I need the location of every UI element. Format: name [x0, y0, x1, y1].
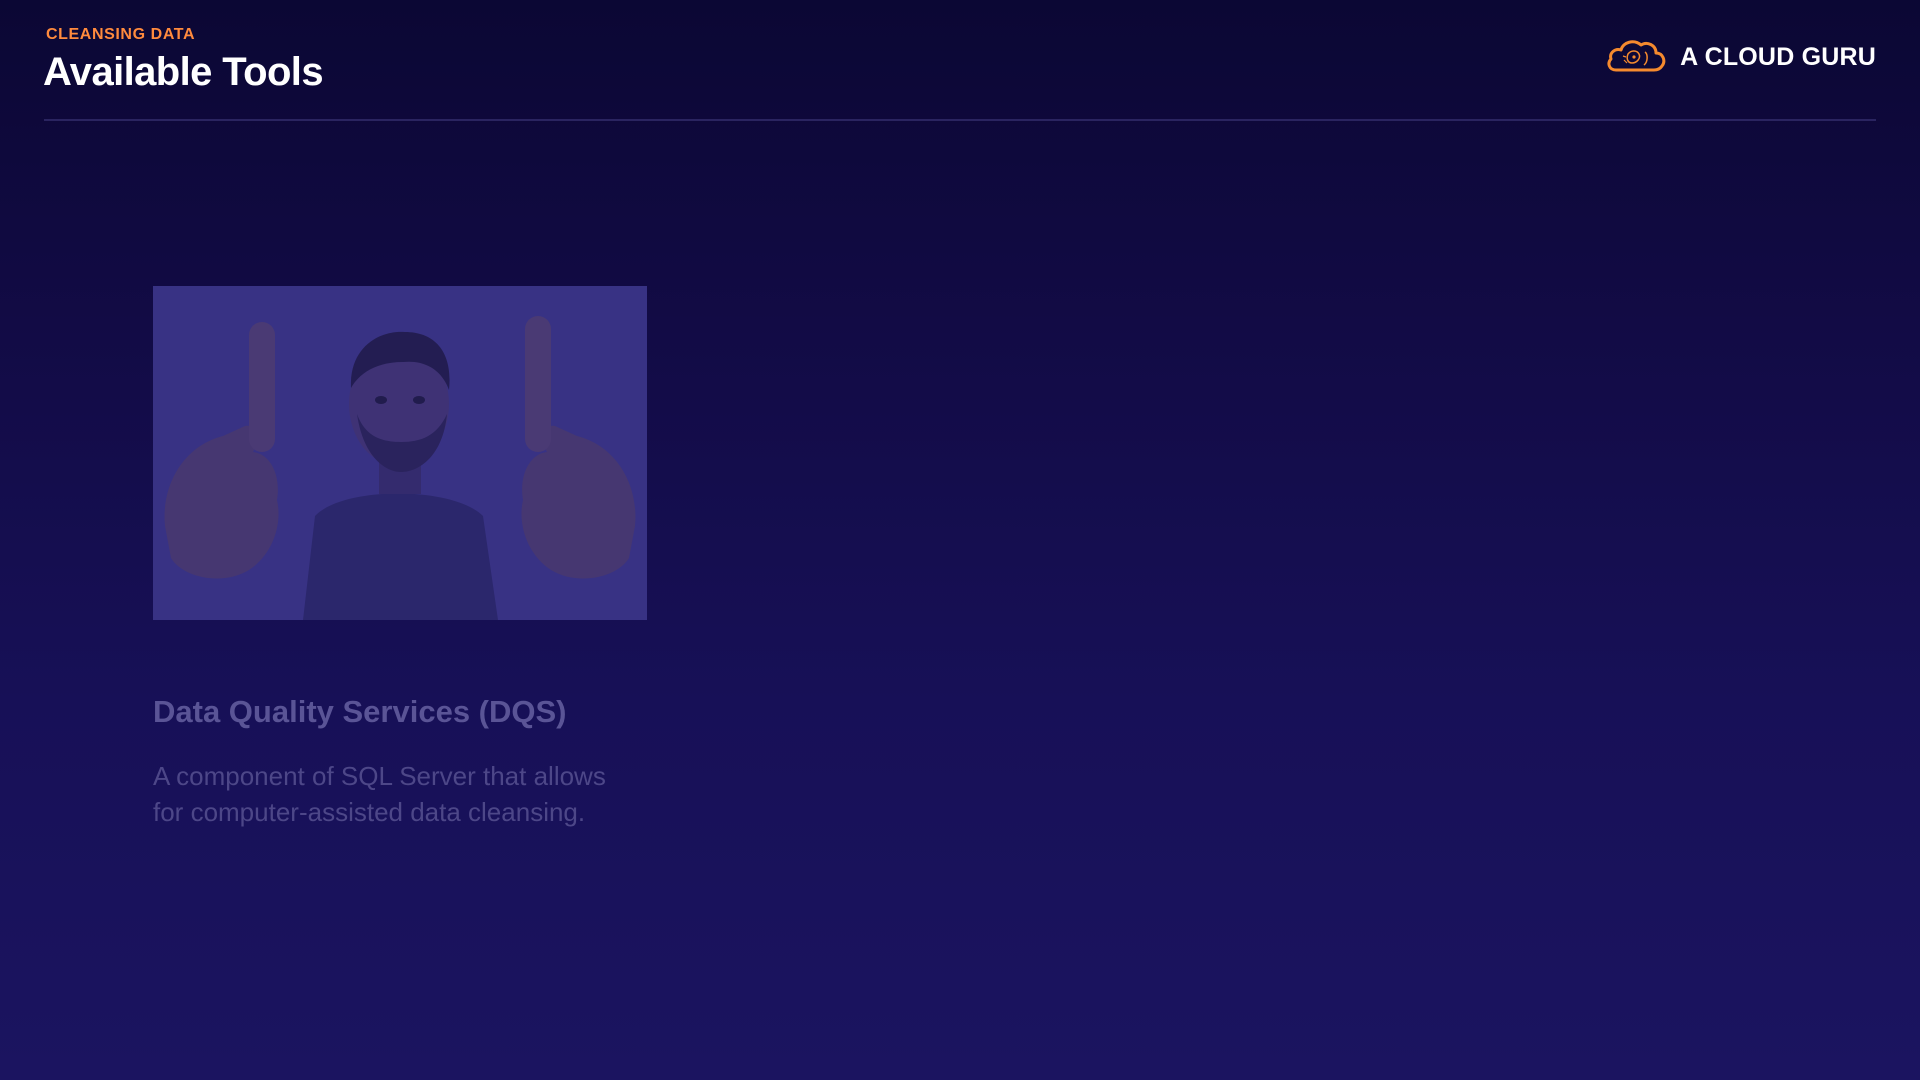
brand-name: A CLOUD GURU	[1680, 42, 1876, 71]
header-divider	[44, 119, 1876, 121]
brand: A CLOUD GURU	[1604, 36, 1876, 78]
presenter-thumbs-up-photo	[153, 286, 647, 620]
section-eyebrow: CLEANSING DATA	[46, 26, 196, 43]
tool-card: Data Quality Services (DQS) A component …	[153, 286, 647, 830]
cloud-logo-icon	[1604, 36, 1668, 78]
tool-description: A component of SQL Server that allows fo…	[153, 761, 606, 827]
page-title: Available Tools	[43, 50, 324, 94]
tool-title: Data Quality Services (DQS)	[153, 694, 567, 729]
